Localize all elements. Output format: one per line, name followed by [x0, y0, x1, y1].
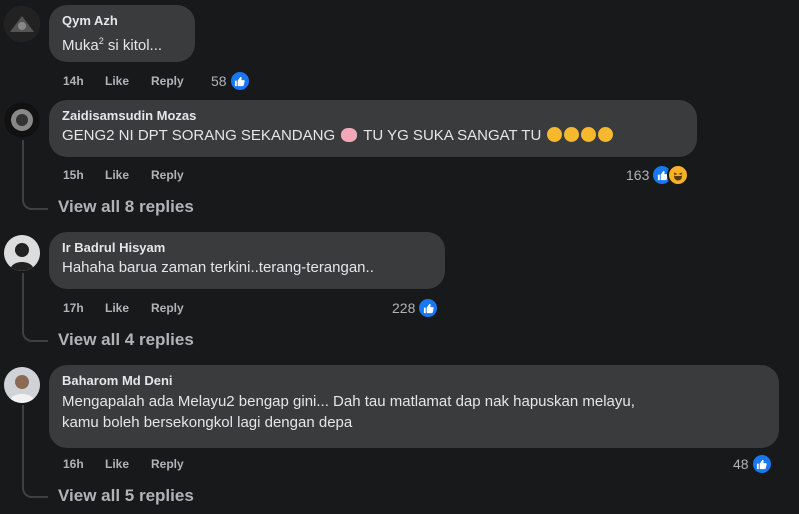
comment-text: Mengapalah ada Melayu2 bengap gini... Da… [62, 393, 635, 431]
comment-time[interactable]: 17h [63, 300, 84, 316]
reaction-count: 58 [211, 73, 227, 89]
reaction-summary[interactable]: 163 [626, 164, 690, 186]
thread-connector [22, 486, 48, 498]
laughing-emoji-icon [598, 127, 614, 142]
comment-time[interactable]: 15h [63, 167, 84, 183]
reaction-summary[interactable]: 228 [392, 297, 440, 319]
comment-text: Muka2 si kitol... [62, 36, 163, 54]
laughing-emoji-icon [564, 127, 580, 142]
thread-connector [22, 330, 48, 342]
reply-link[interactable]: Reply [151, 73, 184, 89]
comment-text: GENG2 NI DPT SORANG SEKANDANG TU YG SUKA… [62, 126, 684, 146]
comment-author[interactable]: Baharom Md Deni [62, 373, 766, 389]
thread-connector [22, 198, 48, 210]
reaction-summary[interactable]: 58 [211, 70, 251, 92]
comment-bubble: Qym Azh Muka2 si kitol... [49, 5, 195, 62]
like-icon [750, 453, 773, 475]
laughing-emoji-icon [581, 127, 597, 142]
reply-link[interactable]: Reply [151, 167, 184, 183]
comment-bubble: Zaidisamsudin Mozas GENG2 NI DPT SORANG … [49, 100, 697, 157]
like-icon [228, 70, 251, 92]
reaction-count: 163 [626, 167, 650, 183]
view-replies-link[interactable]: View all 5 replies [58, 486, 194, 506]
view-replies-link[interactable]: View all 4 replies [58, 330, 194, 350]
comment-bubble: Baharom Md Deni Mengapalah ada Melayu2 b… [49, 365, 779, 448]
thread-line [22, 405, 24, 486]
like-link[interactable]: Like [105, 167, 129, 183]
like-link[interactable]: Like [105, 456, 129, 472]
reaction-count: 228 [392, 300, 416, 316]
comment-text: Hahaha barua zaman terkini..terang-teran… [62, 259, 374, 276]
haha-icon [667, 164, 690, 186]
reaction-summary[interactable]: 48 [733, 453, 773, 475]
comment-author[interactable]: Ir Badrul Hisyam [62, 240, 432, 256]
comment-author[interactable]: Qym Azh [62, 13, 182, 29]
reply-link[interactable]: Reply [151, 456, 184, 472]
comment-time[interactable]: 14h [63, 73, 84, 89]
avatar[interactable] [4, 235, 40, 271]
comment-time[interactable]: 16h [63, 456, 84, 472]
avatar[interactable] [4, 102, 40, 138]
thread-line [22, 140, 24, 198]
comment-author[interactable]: Zaidisamsudin Mozas [62, 108, 684, 124]
pig-emoji-icon [341, 128, 358, 142]
thread-line [22, 273, 24, 330]
view-replies-link[interactable]: View all 8 replies [58, 197, 194, 217]
laughing-emoji-icon [547, 127, 563, 142]
like-link[interactable]: Like [105, 73, 129, 89]
like-icon [417, 297, 440, 319]
reaction-count: 48 [733, 456, 749, 472]
reply-link[interactable]: Reply [151, 300, 184, 316]
avatar[interactable] [4, 367, 40, 403]
comment-bubble: Ir Badrul Hisyam Hahaha barua zaman terk… [49, 232, 445, 289]
avatar[interactable] [4, 6, 40, 42]
like-link[interactable]: Like [105, 300, 129, 316]
